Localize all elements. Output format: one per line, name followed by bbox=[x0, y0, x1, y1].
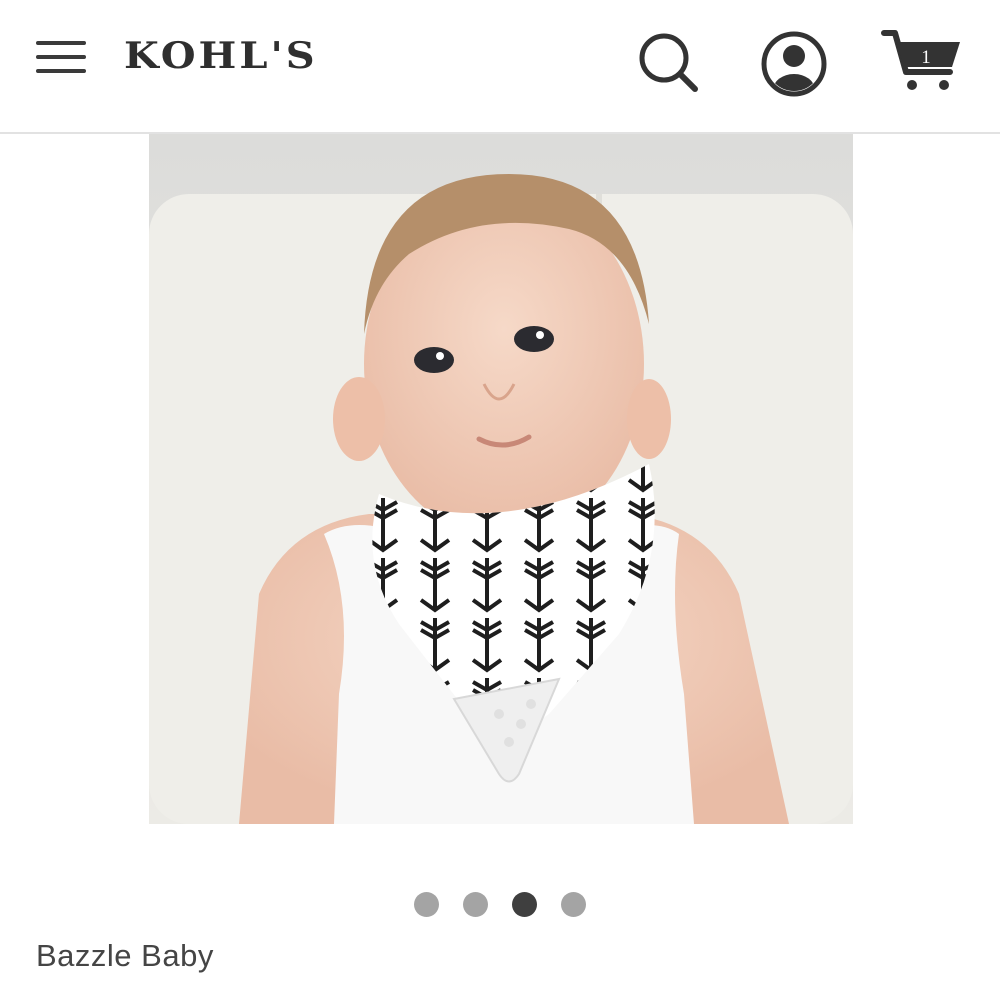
account-icon bbox=[761, 31, 827, 97]
search-icon bbox=[639, 33, 698, 92]
search-button[interactable] bbox=[636, 30, 700, 94]
carousel-dot[interactable] bbox=[414, 892, 439, 917]
cart-button[interactable]: 1 bbox=[880, 28, 964, 94]
product-photo bbox=[149, 134, 853, 824]
menu-button[interactable] bbox=[34, 38, 88, 76]
app-header: KOHL'S 1 bbox=[0, 0, 1000, 134]
hamburger-menu-icon bbox=[36, 41, 86, 73]
carousel-dot[interactable] bbox=[561, 892, 586, 917]
carousel-indicator bbox=[414, 892, 586, 918]
kohls-logo[interactable]: KOHL'S bbox=[124, 34, 318, 77]
product-image[interactable] bbox=[149, 134, 853, 824]
shopping-cart-icon bbox=[881, 30, 960, 90]
carousel-dot[interactable] bbox=[512, 892, 537, 917]
carousel-dot[interactable] bbox=[463, 892, 488, 917]
account-button[interactable] bbox=[758, 28, 830, 100]
product-brand[interactable]: Bazzle Baby bbox=[36, 938, 214, 974]
